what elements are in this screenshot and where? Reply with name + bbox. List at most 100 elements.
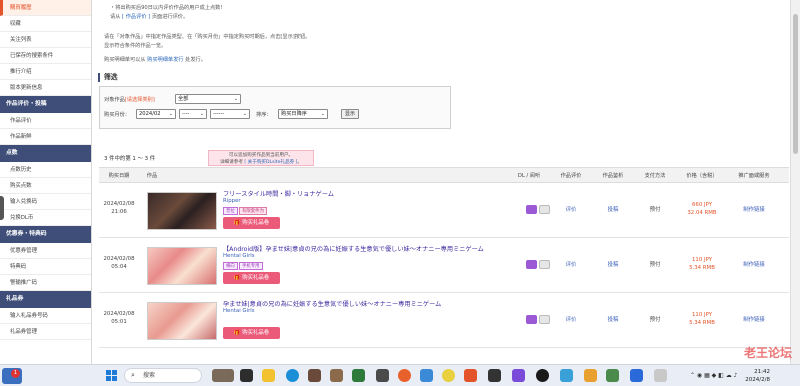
- edge-browser-icon[interactable]: [286, 369, 299, 382]
- note-review-link: 请从 [ 作品评价 ] 页面进行评价。: [110, 14, 189, 20]
- sidebar-item-bonus-code[interactable]: 特典码: [0, 259, 91, 275]
- buy-gift-button[interactable]: 🎁 购买礼品卷: [223, 217, 280, 229]
- sidebar-item-exchange-dl[interactable]: 兑换DL币: [0, 210, 91, 226]
- gift-icon: 🎁: [233, 220, 243, 226]
- header-review: 作品评价: [560, 173, 582, 179]
- circle-name-link[interactable]: Hentai Girls: [223, 308, 255, 314]
- app-icon[interactable]: [584, 369, 597, 382]
- buy-gift-button[interactable]: 🎁 购买礼品卷: [223, 327, 280, 339]
- file-explorer-icon[interactable]: [262, 369, 275, 382]
- sidebar-item-favorites[interactable]: 収藏: [0, 16, 91, 32]
- download-icon[interactable]: [526, 205, 537, 214]
- clock[interactable]: 21:42 2024/2/8: [745, 368, 770, 384]
- app-icon[interactable]: [488, 369, 501, 382]
- work-title-link[interactable]: 【Android版】孕ませ妹|意貞の兄の為に妊娠する生意気で優しい妹～オナニー専…: [223, 244, 484, 253]
- app-icon[interactable]: [654, 369, 667, 382]
- review-page-link[interactable]: [ 作品评价 ]: [122, 14, 150, 20]
- sidebar-item-promo-code[interactable]: 警输推广码: [0, 275, 91, 291]
- sidebar-item-saved-search[interactable]: 已保存的搜索条件: [0, 48, 91, 64]
- widgets-icon[interactable]: 1: [2, 368, 22, 384]
- year-month-select[interactable]: 2024/02 ⌄: [136, 109, 176, 119]
- note-receipt: 购买明细单可以从 购买明细单发行 处发行。: [104, 57, 206, 63]
- circle-name-link[interactable]: Ripper: [223, 198, 241, 204]
- gift-icon: 🎁: [233, 330, 243, 336]
- sort-select[interactable]: 购买日降序 ⌄: [278, 109, 328, 119]
- sidebar-item-follow-list[interactable]: 关注列表: [0, 32, 91, 48]
- app-icon[interactable]: [606, 369, 619, 382]
- view-icon[interactable]: [539, 315, 550, 324]
- sidebar-item-points-history[interactable]: 点数历史: [0, 162, 91, 178]
- show-button[interactable]: 显示: [341, 109, 359, 119]
- firefox-icon[interactable]: [398, 369, 411, 382]
- taskbar-search[interactable]: ⌕ 搜索: [124, 368, 202, 383]
- view-icon[interactable]: [539, 205, 550, 214]
- sidebar-collapse-handle[interactable]: [0, 196, 4, 220]
- chrome-icon[interactable]: [442, 369, 455, 382]
- receipt-issue-link[interactable]: 购买明细单发行: [147, 57, 183, 63]
- month-label: 购买月份：: [104, 112, 130, 118]
- filter-section-title: 筛选: [98, 73, 118, 82]
- system-tray[interactable]: ⌃ ◉ ▦ ◆ ◧ ☁ ♪: [690, 372, 738, 379]
- chevron-down-icon: ⌄: [199, 111, 204, 117]
- app-icon[interactable]: [376, 369, 389, 382]
- sidebar-item-buy-points[interactable]: 购买点数: [0, 178, 91, 194]
- target-select[interactable]: 全部 ⌄: [175, 94, 241, 104]
- make-link[interactable]: 制作链接: [729, 260, 779, 268]
- download-icon[interactable]: [526, 260, 537, 269]
- review-link[interactable]: 评价: [551, 315, 591, 323]
- page-scrollbar[interactable]: [790, 0, 800, 364]
- circle-name-link[interactable]: Hentai Girls: [223, 253, 255, 259]
- work-thumbnail[interactable]: [147, 192, 217, 230]
- gift-info-link[interactable]: [ 关于购买DLsite礼品券 ]: [244, 160, 297, 165]
- sidebar-item-purchase-history[interactable]: 購買履歴: [0, 0, 91, 16]
- windows-start-icon[interactable]: [106, 370, 118, 382]
- work-thumbnail[interactable]: [147, 247, 217, 285]
- header-date: 购买日期: [108, 173, 130, 179]
- sidebar-item-redeem-code[interactable]: 输入兑换码: [0, 194, 91, 210]
- table-row: 2024/02/08 05:04 【Android版】孕ませ妹|意貞の兄の為に妊娠…: [99, 238, 789, 293]
- review-link[interactable]: 评价: [551, 205, 591, 213]
- sidebar-item-promotion[interactable]: 推行介绍: [0, 64, 91, 80]
- make-link[interactable]: 制作链接: [729, 315, 779, 323]
- gift-tip-box: 可以追加购买作品到当前用户。 详细请参考 [ 关于购买DLsite礼品券 ]。: [208, 150, 314, 166]
- report-link[interactable]: 投稿: [593, 260, 633, 268]
- sidebar-item-work-report[interactable]: 作品新鲜: [0, 129, 91, 145]
- sidebar-item-version-info[interactable]: 版本更新信息: [0, 80, 91, 96]
- work-title-link[interactable]: 孕ませ妹|意貞の兄の為に妊娠する生意気で優しい妹～オナニー専用ミニゲーム: [223, 299, 441, 308]
- app-icon[interactable]: [308, 369, 321, 382]
- app-icon[interactable]: [352, 369, 365, 382]
- buy-gift-button[interactable]: 🎁 购买礼品卷: [223, 272, 280, 284]
- sidebar-item-work-review[interactable]: 作品评价: [0, 113, 91, 129]
- day-select[interactable]: ---- ⌄: [179, 109, 207, 119]
- download-buttons: [526, 315, 552, 334]
- review-link[interactable]: 评价: [551, 260, 591, 268]
- work-title-link[interactable]: フリースタイル時間・脚・リョナゲーム: [223, 189, 334, 198]
- app-icon[interactable]: [464, 369, 477, 382]
- header-dl: DL / 阅听: [517, 173, 541, 179]
- day2-select[interactable]: ------ ⌄: [210, 109, 250, 119]
- table-row: 2024/02/08 21:06 フリースタイル時間・脚・リョナゲーム Rippe…: [99, 183, 789, 238]
- app-icon[interactable]: [420, 369, 433, 382]
- main-content: ・将出购买后90日以内评价作品的用户成上点数! 请从 [ 作品评价 ] 页面进行…: [92, 0, 790, 364]
- make-link[interactable]: 制作链接: [729, 205, 779, 213]
- table-row: 2024/02/08 05:01 孕ませ妹|意貞の兄の為に妊娠する生意気で優しい妹…: [99, 293, 789, 348]
- scrollbar-thumb[interactable]: [793, 14, 798, 154]
- app-thumbnail-icon[interactable]: [212, 369, 234, 382]
- app-icon[interactable]: [560, 369, 573, 382]
- sidebar-item-gift-input[interactable]: 输入礼品券号码: [0, 308, 91, 324]
- view-icon[interactable]: [539, 260, 550, 269]
- app-icon[interactable]: [512, 369, 525, 382]
- qq-icon[interactable]: [536, 369, 549, 382]
- chevron-down-icon: ⌄: [320, 111, 325, 117]
- purchase-table: 购买日期 作品 DL / 阅听 作品评价 作品鉴析 支付方法 价格（含税） 推广…: [99, 167, 789, 348]
- sidebar-item-gift-manage[interactable]: 礼品券管理: [0, 324, 91, 340]
- search-icon: ⌕: [131, 371, 135, 379]
- report-link[interactable]: 投稿: [593, 315, 633, 323]
- app-icon[interactable]: [240, 369, 253, 382]
- app-icon[interactable]: [330, 369, 343, 382]
- sidebar-item-coupon-manage[interactable]: 优惠券管理: [0, 243, 91, 259]
- download-icon[interactable]: [526, 315, 537, 324]
- work-thumbnail[interactable]: [147, 302, 217, 340]
- app-icon[interactable]: [630, 369, 643, 382]
- report-link[interactable]: 投稿: [593, 205, 633, 213]
